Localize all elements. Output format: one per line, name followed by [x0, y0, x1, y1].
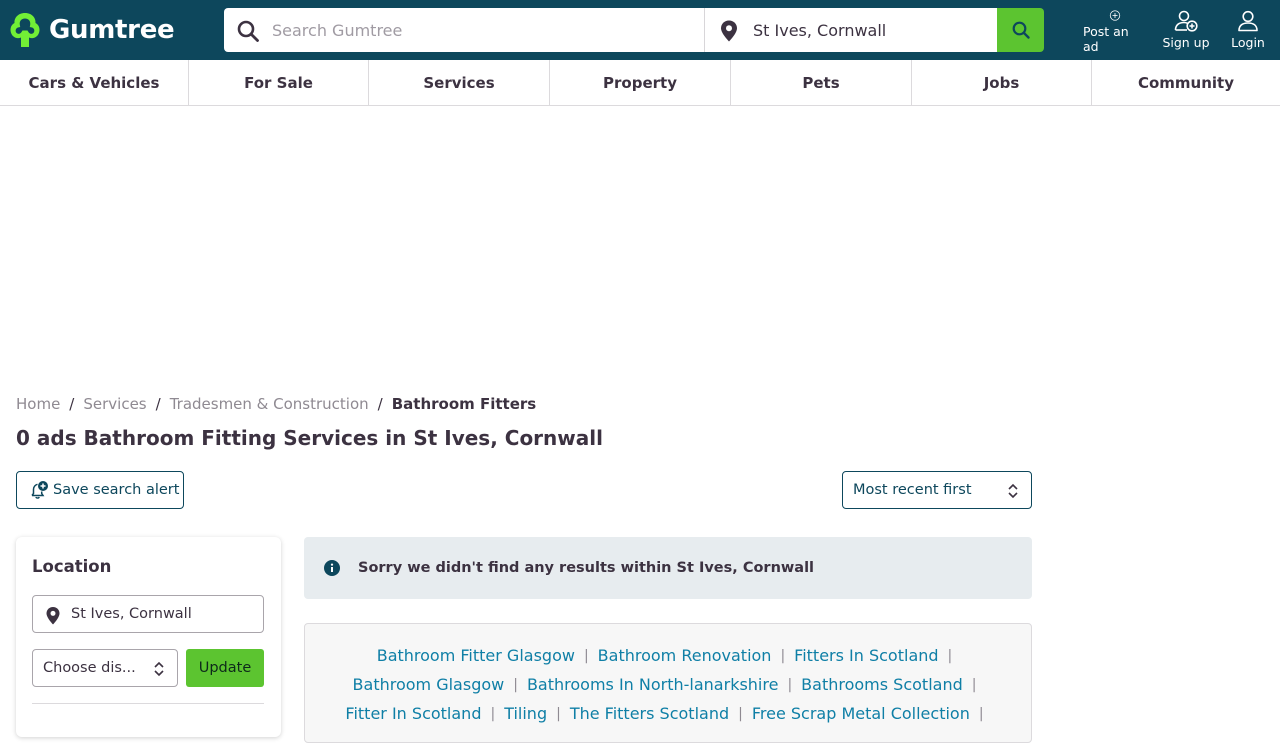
sign-up-button[interactable]: Sign up [1160, 10, 1212, 54]
category-pets[interactable]: Pets [731, 60, 912, 105]
info-icon [324, 560, 340, 576]
related-link[interactable]: Bathroom Renovation [598, 646, 772, 665]
link-separator: | [490, 705, 496, 722]
save-search-alert-button[interactable]: Save search alert [16, 471, 184, 509]
bell-plus-icon [31, 481, 48, 499]
breadcrumb-separator: / [377, 395, 383, 413]
sign-up-label: Sign up [1162, 35, 1210, 50]
search-box [224, 8, 704, 52]
logo-text: Gumtree [49, 15, 175, 45]
distance-select[interactable]: Choose dis... [32, 649, 178, 687]
search-input[interactable] [272, 8, 692, 52]
related-row: Fitter In Scotland | Tiling | The Fitter… [305, 704, 1033, 723]
related-link[interactable]: Fitters In Scotland [794, 646, 938, 665]
related-searches: Bathroom Fitter Glasgow | Bathroom Renov… [304, 623, 1032, 743]
tree-logo-icon [10, 13, 40, 47]
link-separator: | [738, 705, 743, 722]
category-property[interactable]: Property [550, 60, 731, 105]
login-label: Login [1231, 35, 1265, 50]
sidebar-divider [32, 703, 264, 704]
login-button[interactable]: Login [1224, 10, 1272, 54]
related-link[interactable]: Bathrooms Scotland [801, 675, 963, 694]
breadcrumb-separator: / [155, 395, 161, 413]
location-heading: Location [32, 557, 112, 576]
location-input[interactable] [753, 8, 993, 52]
breadcrumb: Home / Services / Tradesmen & Constructi… [16, 394, 536, 414]
related-link[interactable]: Free Scrap Metal Collection [752, 704, 970, 723]
link-separator: | [787, 676, 793, 693]
select-arrows-icon [154, 661, 164, 677]
location-pin-icon [46, 607, 60, 625]
plus-circle-icon [1109, 10, 1121, 21]
no-results-notice: Sorry we didn't find any results within … [304, 537, 1032, 599]
distance-placeholder: Choose dis... [43, 660, 136, 676]
sort-selected-value: Most recent first [853, 482, 972, 498]
user-add-icon [1174, 10, 1198, 32]
category-services[interactable]: Services [369, 60, 550, 105]
location-filter-panel: Location St Ives, Cornwall Choose dis...… [16, 537, 281, 737]
page-title: 0 ads Bathroom Fitting Services in St Iv… [16, 426, 603, 450]
post-ad-button[interactable]: Post an ad [1083, 10, 1147, 54]
sidebar-location-input[interactable]: St Ives, Cornwall [32, 595, 264, 633]
related-link[interactable]: Bathroom Glasgow [353, 675, 505, 694]
top-header: Gumtree Post an ad [0, 0, 1280, 60]
user-icon [1238, 10, 1258, 32]
search-icon [237, 20, 259, 42]
category-cars-vehicles[interactable]: Cars & Vehicles [0, 60, 189, 105]
sort-select[interactable]: Most recent first [842, 471, 1032, 509]
breadcrumb-separator: / [69, 395, 75, 413]
breadcrumb-current: Bathroom Fitters [391, 395, 537, 413]
no-results-message: Sorry we didn't find any results within … [358, 560, 815, 576]
category-nav: Cars & Vehicles For Sale Services Proper… [0, 60, 1280, 106]
category-jobs[interactable]: Jobs [912, 60, 1092, 105]
breadcrumb-home[interactable]: Home [16, 395, 60, 413]
related-link[interactable]: Tiling [504, 704, 547, 723]
link-separator: | [978, 705, 984, 722]
link-separator: | [513, 676, 518, 693]
related-row: Bathroom Glasgow | Bathrooms In North-la… [305, 675, 1033, 694]
link-separator: | [947, 647, 953, 664]
link-separator: | [971, 676, 977, 693]
sidebar-location-value: St Ives, Cornwall [71, 606, 192, 622]
search-button[interactable] [997, 8, 1044, 52]
link-separator: | [583, 647, 589, 664]
search-icon [1012, 21, 1030, 39]
update-button[interactable]: Update [186, 649, 264, 687]
related-link[interactable]: Bathrooms In North-lanarkshire [527, 675, 779, 694]
category-community[interactable]: Community [1092, 60, 1280, 105]
link-separator: | [780, 647, 786, 664]
related-row: Bathroom Fitter Glasgow | Bathroom Renov… [305, 646, 1033, 665]
breadcrumb-tradesmen[interactable]: Tradesmen & Construction [170, 395, 369, 413]
gumtree-logo[interactable]: Gumtree [8, 9, 175, 51]
related-link[interactable]: Bathroom Fitter Glasgow [377, 646, 575, 665]
related-link[interactable]: The Fitters Scotland [570, 704, 729, 723]
location-box [704, 8, 997, 52]
breadcrumb-services[interactable]: Services [83, 395, 146, 413]
save-search-alert-label: Save search alert [53, 482, 180, 498]
sort-arrows-icon [1008, 483, 1018, 499]
related-link[interactable]: Fitter In Scotland [345, 704, 481, 723]
category-for-sale[interactable]: For Sale [189, 60, 369, 105]
location-pin-icon [721, 20, 737, 42]
link-separator: | [556, 705, 561, 722]
post-ad-label: Post an ad [1083, 24, 1129, 54]
